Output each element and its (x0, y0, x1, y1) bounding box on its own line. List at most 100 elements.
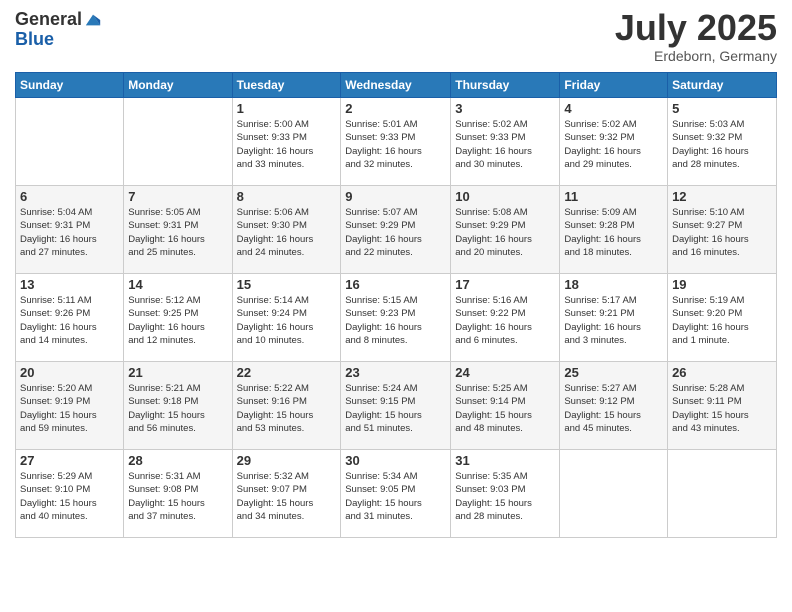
day-cell: 31 Sunrise: 5:35 AM Sunset: 9:03 PM Dayli… (451, 450, 560, 538)
day-info: Sunrise: 5:34 AM Sunset: 9:05 PM Dayligh… (345, 470, 446, 523)
col-saturday: Saturday (668, 73, 777, 98)
day-cell: 19 Sunrise: 5:19 AM Sunset: 9:20 PM Dayli… (668, 274, 777, 362)
logo-blue: Blue (15, 30, 102, 50)
week-row-0: 1 Sunrise: 5:00 AM Sunset: 9:33 PM Daylig… (16, 98, 777, 186)
day-info: Sunrise: 5:12 AM Sunset: 9:25 PM Dayligh… (128, 294, 227, 347)
day-info: Sunrise: 5:31 AM Sunset: 9:08 PM Dayligh… (128, 470, 227, 523)
col-tuesday: Tuesday (232, 73, 341, 98)
day-info: Sunrise: 5:25 AM Sunset: 9:14 PM Dayligh… (455, 382, 555, 435)
day-number: 21 (128, 365, 227, 380)
day-cell: 22 Sunrise: 5:22 AM Sunset: 9:16 PM Dayli… (232, 362, 341, 450)
day-number: 5 (672, 101, 772, 116)
day-info: Sunrise: 5:22 AM Sunset: 9:16 PM Dayligh… (237, 382, 337, 435)
day-cell (668, 450, 777, 538)
day-number: 9 (345, 189, 446, 204)
day-number: 28 (128, 453, 227, 468)
day-cell: 11 Sunrise: 5:09 AM Sunset: 9:28 PM Dayli… (560, 186, 668, 274)
day-cell (560, 450, 668, 538)
col-friday: Friday (560, 73, 668, 98)
day-info: Sunrise: 5:04 AM Sunset: 9:31 PM Dayligh… (20, 206, 119, 259)
day-info: Sunrise: 5:29 AM Sunset: 9:10 PM Dayligh… (20, 470, 119, 523)
day-info: Sunrise: 5:19 AM Sunset: 9:20 PM Dayligh… (672, 294, 772, 347)
day-number: 20 (20, 365, 119, 380)
day-number: 6 (20, 189, 119, 204)
day-info: Sunrise: 5:10 AM Sunset: 9:27 PM Dayligh… (672, 206, 772, 259)
day-info: Sunrise: 5:03 AM Sunset: 9:32 PM Dayligh… (672, 118, 772, 171)
day-cell: 8 Sunrise: 5:06 AM Sunset: 9:30 PM Daylig… (232, 186, 341, 274)
day-number: 7 (128, 189, 227, 204)
day-info: Sunrise: 5:16 AM Sunset: 9:22 PM Dayligh… (455, 294, 555, 347)
day-cell: 28 Sunrise: 5:31 AM Sunset: 9:08 PM Dayli… (124, 450, 232, 538)
day-info: Sunrise: 5:15 AM Sunset: 9:23 PM Dayligh… (345, 294, 446, 347)
day-number: 13 (20, 277, 119, 292)
col-wednesday: Wednesday (341, 73, 451, 98)
day-info: Sunrise: 5:32 AM Sunset: 9:07 PM Dayligh… (237, 470, 337, 523)
day-cell: 13Sunrise: 5:11 AM Sunset: 9:26 PM Dayli… (16, 274, 124, 362)
day-info: Sunrise: 5:05 AM Sunset: 9:31 PM Dayligh… (128, 206, 227, 259)
day-number: 22 (237, 365, 337, 380)
day-cell: 24 Sunrise: 5:25 AM Sunset: 9:14 PM Dayli… (451, 362, 560, 450)
col-monday: Monday (124, 73, 232, 98)
day-number: 26 (672, 365, 772, 380)
day-cell: 6 Sunrise: 5:04 AM Sunset: 9:31 PM Daylig… (16, 186, 124, 274)
location: Erdeborn, Germany (615, 48, 777, 64)
day-number: 29 (237, 453, 337, 468)
day-number: 24 (455, 365, 555, 380)
day-number: 10 (455, 189, 555, 204)
day-cell (124, 98, 232, 186)
day-cell: 12 Sunrise: 5:10 AM Sunset: 9:27 PM Dayli… (668, 186, 777, 274)
day-info: Sunrise: 5:35 AM Sunset: 9:03 PM Dayligh… (455, 470, 555, 523)
day-number: 3 (455, 101, 555, 116)
day-cell: 20 Sunrise: 5:20 AM Sunset: 9:19 PM Dayli… (16, 362, 124, 450)
day-info: Sunrise: 5:09 AM Sunset: 9:28 PM Dayligh… (564, 206, 663, 259)
day-cell (16, 98, 124, 186)
day-cell: 14 Sunrise: 5:12 AM Sunset: 9:25 PM Dayli… (124, 274, 232, 362)
day-number: 11 (564, 189, 663, 204)
day-number: 1 (237, 101, 337, 116)
page: General Blue July 2025 Erdeborn, Germany… (0, 0, 792, 612)
day-number: 27 (20, 453, 119, 468)
day-info: Sunrise: 5:08 AM Sunset: 9:29 PM Dayligh… (455, 206, 555, 259)
day-cell: 29 Sunrise: 5:32 AM Sunset: 9:07 PM Dayli… (232, 450, 341, 538)
day-cell: 10 Sunrise: 5:08 AM Sunset: 9:29 PM Dayli… (451, 186, 560, 274)
day-number: 4 (564, 101, 663, 116)
day-info: Sunrise: 5:02 AM Sunset: 9:32 PM Dayligh… (564, 118, 663, 171)
week-row-2: 13Sunrise: 5:11 AM Sunset: 9:26 PM Dayli… (16, 274, 777, 362)
day-info: Sunrise: 5:21 AM Sunset: 9:18 PM Dayligh… (128, 382, 227, 435)
day-info: Sunrise: 5:00 AM Sunset: 9:33 PM Dayligh… (237, 118, 337, 171)
day-cell: 18Sunrise: 5:17 AM Sunset: 9:21 PM Dayli… (560, 274, 668, 362)
day-cell: 30 Sunrise: 5:34 AM Sunset: 9:05 PM Dayli… (341, 450, 451, 538)
col-sunday: Sunday (16, 73, 124, 98)
day-info: Sunrise: 5:01 AM Sunset: 9:33 PM Dayligh… (345, 118, 446, 171)
header-row: Sunday Monday Tuesday Wednesday Thursday… (16, 73, 777, 98)
day-cell: 7 Sunrise: 5:05 AM Sunset: 9:31 PM Daylig… (124, 186, 232, 274)
day-info: Sunrise: 5:06 AM Sunset: 9:30 PM Dayligh… (237, 206, 337, 259)
day-number: 12 (672, 189, 772, 204)
day-number: 15 (237, 277, 337, 292)
col-thursday: Thursday (451, 73, 560, 98)
day-number: 2 (345, 101, 446, 116)
week-row-1: 6 Sunrise: 5:04 AM Sunset: 9:31 PM Daylig… (16, 186, 777, 274)
day-number: 23 (345, 365, 446, 380)
day-info: Sunrise: 5:28 AM Sunset: 9:11 PM Dayligh… (672, 382, 772, 435)
day-info: Sunrise: 5:02 AM Sunset: 9:33 PM Dayligh… (455, 118, 555, 171)
day-number: 16 (345, 277, 446, 292)
day-number: 31 (455, 453, 555, 468)
day-cell: 26 Sunrise: 5:28 AM Sunset: 9:11 PM Dayli… (668, 362, 777, 450)
day-cell: 17Sunrise: 5:16 AM Sunset: 9:22 PM Dayli… (451, 274, 560, 362)
calendar-table: Sunday Monday Tuesday Wednesday Thursday… (15, 72, 777, 538)
day-number: 30 (345, 453, 446, 468)
week-row-3: 20 Sunrise: 5:20 AM Sunset: 9:19 PM Dayli… (16, 362, 777, 450)
day-info: Sunrise: 5:07 AM Sunset: 9:29 PM Dayligh… (345, 206, 446, 259)
day-cell: 15Sunrise: 5:14 AM Sunset: 9:24 PM Dayli… (232, 274, 341, 362)
day-number: 8 (237, 189, 337, 204)
day-number: 18 (564, 277, 663, 292)
logo: General Blue (15, 10, 102, 50)
day-cell: 2 Sunrise: 5:01 AM Sunset: 9:33 PM Daylig… (341, 98, 451, 186)
day-number: 14 (128, 277, 227, 292)
day-info: Sunrise: 5:20 AM Sunset: 9:19 PM Dayligh… (20, 382, 119, 435)
day-info: Sunrise: 5:27 AM Sunset: 9:12 PM Dayligh… (564, 382, 663, 435)
day-cell: 1 Sunrise: 5:00 AM Sunset: 9:33 PM Daylig… (232, 98, 341, 186)
day-number: 19 (672, 277, 772, 292)
week-row-4: 27 Sunrise: 5:29 AM Sunset: 9:10 PM Dayli… (16, 450, 777, 538)
